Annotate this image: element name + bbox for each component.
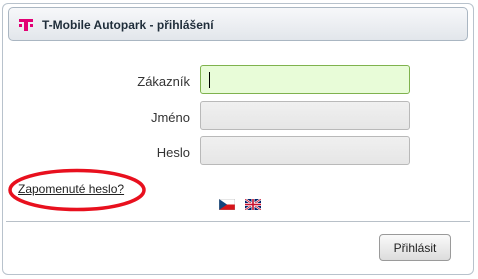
flag-cz-icon[interactable] bbox=[219, 199, 235, 210]
customer-label: Zákazník bbox=[137, 74, 190, 89]
dialog-titlebar: T-Mobile Autopark - přihlášení bbox=[8, 7, 468, 41]
password-input[interactable] bbox=[200, 136, 410, 165]
login-dialog: T-Mobile Autopark - přihlášení Zákazník … bbox=[2, 3, 474, 275]
customer-input[interactable] bbox=[200, 65, 410, 94]
login-button[interactable]: Přihlásit bbox=[379, 234, 451, 261]
dialog-title: T-Mobile Autopark - přihlášení bbox=[42, 18, 214, 32]
footer-divider bbox=[6, 221, 470, 222]
text-caret bbox=[209, 72, 210, 88]
flag-uk-icon[interactable] bbox=[245, 199, 261, 210]
password-label: Heslo bbox=[156, 145, 190, 160]
username-label: Jméno bbox=[150, 110, 190, 125]
username-input[interactable] bbox=[200, 101, 410, 130]
forgot-password-link[interactable]: Zapomenuté heslo? bbox=[18, 182, 124, 196]
t-mobile-logo-icon bbox=[19, 19, 33, 31]
